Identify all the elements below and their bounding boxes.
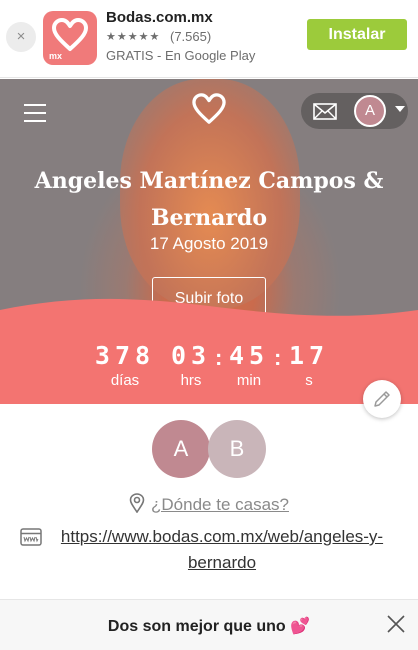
page: × mx Bodas.com.mx ★★★★★ (7.565) GRATIS -… (0, 0, 418, 650)
promo-message: Dos son mejor que uno 💕 (0, 616, 418, 636)
partner-a-avatar[interactable]: A (152, 420, 210, 478)
partner-b-avatar[interactable]: B (208, 420, 266, 478)
user-menu[interactable]: A (301, 93, 408, 129)
install-button[interactable]: Instalar (307, 19, 407, 50)
rating-count: (7.565) (170, 29, 212, 44)
app-name: Bodas.com.mx (106, 9, 213, 26)
countdown-seconds-label: s (305, 372, 313, 389)
countdown-hours: 03 hrs (168, 341, 214, 389)
hero-cover: A Angeles Martínez Campos & Bernardo 17 … (0, 79, 418, 404)
countdown-hours-label: hrs (180, 372, 202, 389)
countdown-days: 378 días (90, 341, 160, 389)
wedding-website-link[interactable]: https://www.bodas.com.mx/web/angeles-y-b… (47, 524, 397, 576)
couple-names: Angeles Martínez Campos & Bernardo (34, 168, 384, 231)
menu-icon[interactable] (24, 104, 46, 128)
wedding-date: 17 Agosto 2019 (149, 234, 269, 253)
mail-icon[interactable] (313, 103, 337, 120)
countdown-minutes-value: 45 (228, 341, 270, 370)
countdown-minutes: 45 min (226, 341, 272, 389)
close-banner-button[interactable]: × (6, 22, 36, 52)
heart-logo-icon (52, 18, 88, 51)
app-store-subtitle: GRATIS - En Google Play (106, 48, 256, 63)
home-logo-icon[interactable] (192, 93, 226, 125)
countdown-separator: : (274, 345, 282, 370)
countdown-seconds-value: 17 (288, 341, 330, 370)
edit-button[interactable] (363, 380, 401, 418)
app-install-banner: × mx Bodas.com.mx ★★★★★ (7.565) GRATIS -… (0, 0, 418, 78)
hearts-icon: 💕 (290, 618, 311, 635)
countdown-days-value: 378 (94, 341, 156, 370)
countdown-timer: 378 días 03 hrs : 45 min : 17 s (0, 341, 418, 401)
location-row[interactable]: ¿Dónde te casas? (0, 493, 418, 515)
countdown-hours-value: 03 (170, 341, 212, 370)
website-icon (20, 528, 42, 546)
promo-footer: Dos son mejor que uno 💕 (0, 599, 418, 650)
app-logo: mx (43, 11, 97, 65)
where-wedding-link[interactable]: ¿Dónde te casas? (151, 495, 289, 514)
countdown-minutes-label: min (236, 372, 262, 389)
chevron-down-icon[interactable] (395, 106, 405, 112)
countdown-days-label: días (110, 372, 140, 389)
countdown-separator: : (215, 345, 223, 370)
user-avatar[interactable]: A (354, 95, 386, 127)
close-icon[interactable] (386, 614, 406, 634)
logo-suffix: mx (49, 51, 63, 61)
location-pin-icon (129, 493, 145, 514)
pencil-icon (374, 391, 390, 407)
countdown-seconds: 17 s (286, 341, 332, 389)
promo-text: Dos son mejor que uno (107, 618, 286, 635)
rating-stars: ★★★★★ (106, 31, 161, 43)
